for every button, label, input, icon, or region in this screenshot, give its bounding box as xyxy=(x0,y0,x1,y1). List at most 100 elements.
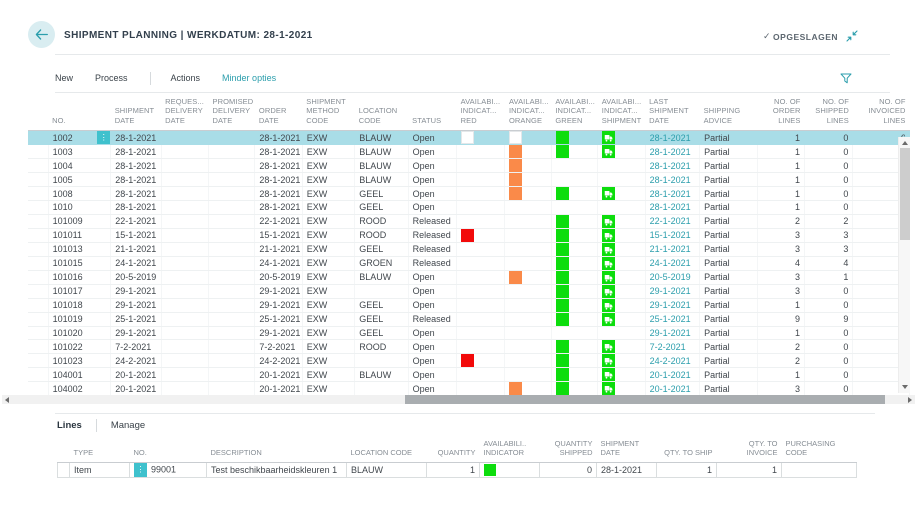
cell-no_of_shipped_lines[interactable]: 9 xyxy=(804,312,852,326)
cell-avail_orange[interactable] xyxy=(505,284,551,298)
cell-location_code[interactable] xyxy=(355,382,408,396)
cell-shipment_date[interactable]: 29-1-2021 xyxy=(111,298,161,312)
cell-no_of_order_lines[interactable]: 3 xyxy=(757,284,804,298)
date-link[interactable]: 15-1-2021 xyxy=(650,230,691,240)
table-row[interactable]: 10101115-1-202115-1-2021EXWROODReleased1… xyxy=(28,228,910,242)
cell-status[interactable]: Open xyxy=(408,173,456,187)
cell-no[interactable]: 101015 xyxy=(48,256,111,270)
cell-shipment_method_code[interactable]: EXW xyxy=(302,256,354,270)
cell-requested_delivery_date[interactable] xyxy=(161,228,208,242)
cell-order_date[interactable]: 15-1-2021 xyxy=(255,228,302,242)
cell-no[interactable]: 101022 xyxy=(48,340,111,354)
cell-shipping_advice[interactable]: Partial xyxy=(700,131,757,145)
cell-no[interactable]: 101019 xyxy=(48,312,111,326)
cell-shipment_method_code[interactable]: EXW xyxy=(302,173,354,187)
cell-shipping_advice[interactable]: Partial xyxy=(700,256,757,270)
column-header-status[interactable]: STATUS xyxy=(408,95,456,131)
cell-no_of_order_lines[interactable]: 1 xyxy=(757,173,804,187)
table-row[interactable]: 10400120-1-202120-1-2021EXWBLAUWOpen20-1… xyxy=(28,368,910,382)
cell-shipment_method_code[interactable]: EXW xyxy=(302,298,354,312)
cell-location_code[interactable] xyxy=(355,284,408,298)
cell-avail_green[interactable] xyxy=(551,354,597,368)
cell-status[interactable]: Open xyxy=(408,284,456,298)
cell-no_of_order_lines[interactable]: 1 xyxy=(757,298,804,312)
cell-no_of_shipped_lines[interactable]: 0 xyxy=(804,326,852,340)
cell-avail_green[interactable] xyxy=(551,145,597,159)
table-row[interactable]: Item⋮99001Test beschikbaarheidskleuren 1… xyxy=(58,462,857,477)
cell-shipment_method_code[interactable]: EXW xyxy=(302,326,354,340)
cell-order_date[interactable]: 29-1-2021 xyxy=(255,298,302,312)
cell-avail_orange[interactable] xyxy=(505,131,551,145)
cell-shipping_advice[interactable]: Partial xyxy=(700,145,757,159)
cell-order_date[interactable]: 29-1-2021 xyxy=(255,326,302,340)
cell-promised_delivery_date[interactable] xyxy=(209,242,255,256)
cell-avail_green[interactable] xyxy=(551,173,597,187)
cell-location_code[interactable]: GROEN xyxy=(355,256,408,270)
column-header-no[interactable]: NO. xyxy=(48,95,111,131)
cell-qty_to_invoice[interactable]: 1 xyxy=(717,462,782,477)
cell-status[interactable]: Open xyxy=(408,159,456,173)
cell-shipping_advice[interactable]: Partial xyxy=(700,298,757,312)
cell-no_of_shipped_lines[interactable]: 0 xyxy=(804,340,852,354)
column-header-purchasing_code[interactable]: PURCHASING CODE xyxy=(782,437,857,462)
column-header-last_shipment_date[interactable]: LAST SHIPMENT DATE xyxy=(645,95,699,131)
cell-location_code[interactable]: GEEL xyxy=(355,187,408,201)
cell-avail_orange[interactable] xyxy=(505,340,551,354)
column-header-description[interactable]: DESCRIPTION xyxy=(207,437,347,462)
horizontal-scrollbar-thumb[interactable] xyxy=(405,395,885,404)
cell-avail_green[interactable] xyxy=(551,270,597,284)
cell-avail_orange[interactable] xyxy=(505,326,551,340)
cell-status[interactable]: Open xyxy=(408,382,456,396)
column-header-qty_to_ship[interactable]: QTY. TO SHIP xyxy=(657,437,717,462)
cell-status[interactable]: Open xyxy=(408,201,456,215)
cell-shipping_advice[interactable]: Partial xyxy=(700,270,757,284)
cell-avail_red[interactable] xyxy=(457,131,505,145)
date-link[interactable]: 20-1-2021 xyxy=(650,370,691,380)
cell-location_code[interactable]: GEEL xyxy=(355,242,408,256)
cell-avail_red[interactable] xyxy=(457,382,505,396)
cell-select[interactable] xyxy=(28,326,48,340)
cell-avail_orange[interactable] xyxy=(505,312,551,326)
tab-manage[interactable]: Manage xyxy=(111,420,145,431)
cell-location_code[interactable]: GEEL xyxy=(355,201,408,215)
table-row[interactable]: 1002⋮28-1-202128-1-2021EXWBLAUWOpen28-1-… xyxy=(28,131,910,145)
cell-shipment_method_code[interactable]: EXW xyxy=(302,382,354,396)
column-header-quantity[interactable]: QUANTITY xyxy=(427,437,480,462)
cell-shipment_date[interactable]: 28-1-2021 xyxy=(111,201,161,215)
action-actions[interactable]: Actions xyxy=(171,73,201,83)
cell-quantity[interactable]: 1 xyxy=(427,462,480,477)
cell-select[interactable] xyxy=(28,159,48,173)
cell-avail_green[interactable] xyxy=(551,368,597,382)
cell-shipment_date[interactable]: 29-1-2021 xyxy=(111,326,161,340)
cell-shipment_method_code[interactable]: EXW xyxy=(302,214,354,228)
cell-avail_shipment[interactable] xyxy=(598,242,645,256)
cell-requested_delivery_date[interactable] xyxy=(161,326,208,340)
cell-location_code[interactable]: GEEL xyxy=(355,298,408,312)
cell-select[interactable] xyxy=(28,298,48,312)
cell-avail_green[interactable] xyxy=(551,340,597,354)
column-header-shipment_date[interactable]: SHIPMENT DATE xyxy=(597,437,657,462)
cell-order_date[interactable]: 28-1-2021 xyxy=(255,159,302,173)
cell-status[interactable]: Open xyxy=(408,131,456,145)
cell-promised_delivery_date[interactable] xyxy=(209,228,255,242)
cell-no_of_shipped_lines[interactable]: 0 xyxy=(804,187,852,201)
cell-avail_red[interactable] xyxy=(457,256,505,270)
cell-no[interactable]: 101013 xyxy=(48,242,111,256)
cell-availability_indicator[interactable] xyxy=(480,462,540,477)
scroll-right-icon[interactable] xyxy=(908,397,912,403)
filter-button[interactable] xyxy=(840,71,852,89)
cell-last_shipment_date[interactable]: 24-1-2021 xyxy=(645,256,699,270)
cell-select[interactable] xyxy=(58,462,70,477)
cell-no_of_order_lines[interactable]: 3 xyxy=(757,270,804,284)
cell-no_of_shipped_lines[interactable]: 0 xyxy=(804,284,852,298)
cell-shipment_date[interactable]: 28-1-2021 xyxy=(111,145,161,159)
cell-avail_shipment[interactable] xyxy=(598,145,645,159)
cell-no_of_shipped_lines[interactable]: 0 xyxy=(804,131,852,145)
cell-order_date[interactable]: 24-1-2021 xyxy=(255,256,302,270)
cell-location_code[interactable]: BLAUW xyxy=(355,368,408,382)
cell-no_of_order_lines[interactable]: 2 xyxy=(757,214,804,228)
table-row[interactable]: 10100922-1-202122-1-2021EXWROODReleased2… xyxy=(28,214,910,228)
cell-avail_orange[interactable] xyxy=(505,228,551,242)
cell-avail_red[interactable] xyxy=(457,159,505,173)
cell-order_date[interactable]: 21-1-2021 xyxy=(255,242,302,256)
